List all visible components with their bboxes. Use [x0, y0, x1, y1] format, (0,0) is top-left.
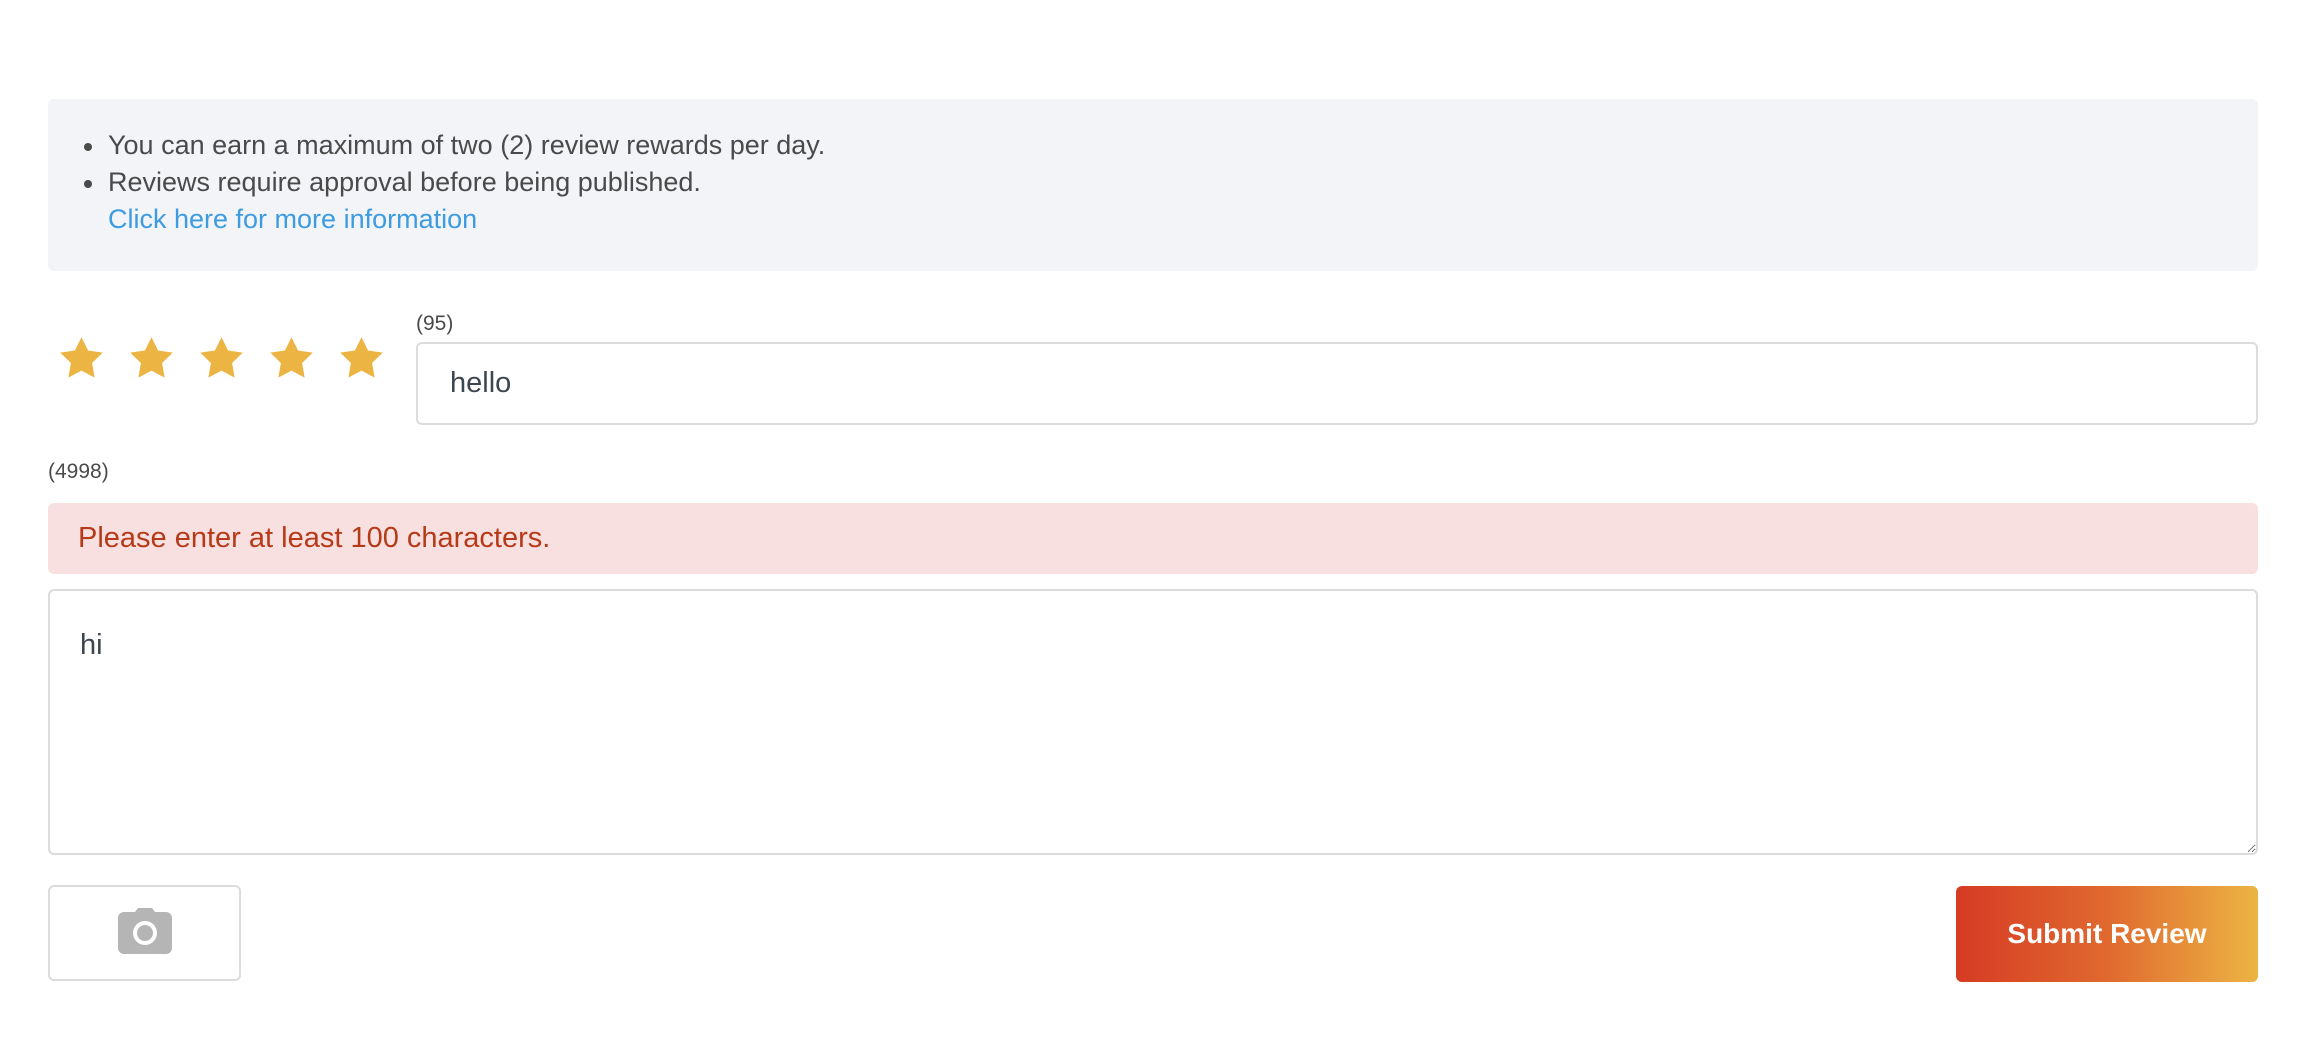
- review-body-textarea[interactable]: hi: [48, 589, 2258, 855]
- bullet-icon: [84, 143, 92, 151]
- submit-review-button[interactable]: Submit Review: [1956, 886, 2258, 982]
- error-message: Please enter at least 100 characters.: [48, 503, 2258, 574]
- star-icon[interactable]: [336, 334, 387, 385]
- info-list: You can earn a maximum of two (2) review…: [84, 127, 2258, 201]
- camera-icon: [117, 907, 172, 959]
- title-char-counter: (95): [416, 312, 454, 335]
- star-icon[interactable]: [196, 334, 247, 385]
- info-item: You can earn a maximum of two (2) review…: [84, 127, 2258, 164]
- review-info-box: You can earn a maximum of two (2) review…: [48, 99, 2258, 271]
- more-information-link[interactable]: Click here for more information: [108, 201, 2258, 238]
- info-item-text: You can earn a maximum of two (2) review…: [108, 130, 826, 160]
- star-rating: [56, 334, 387, 394]
- body-char-counter: (4998): [48, 460, 109, 483]
- star-icon[interactable]: [56, 334, 107, 385]
- info-item-text: Reviews require approval before being pu…: [108, 167, 701, 197]
- review-title-input[interactable]: [416, 342, 2258, 425]
- review-form: You can earn a maximum of two (2) review…: [0, 0, 2306, 1044]
- star-icon[interactable]: [266, 334, 317, 385]
- bullet-icon: [84, 180, 92, 188]
- info-item: Reviews require approval before being pu…: [84, 164, 2258, 201]
- add-photo-button[interactable]: [48, 885, 241, 981]
- star-icon[interactable]: [126, 334, 177, 385]
